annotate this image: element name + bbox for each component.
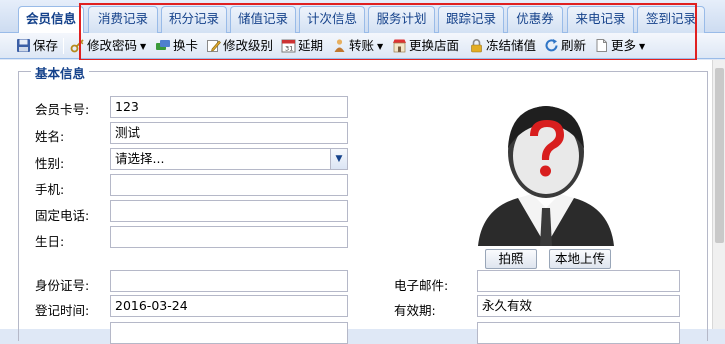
transfer-label: 转账 <box>349 38 375 53</box>
email-input[interactable] <box>477 270 680 292</box>
swap-card-icon <box>156 40 170 50</box>
tab-consumption-records[interactable]: 消费记录 <box>88 6 158 33</box>
birthday-input[interactable] <box>110 226 348 248</box>
key-icon <box>70 39 84 53</box>
tab-points-records[interactable]: 积分记录 <box>161 6 227 33</box>
upload-local-button[interactable]: 本地上传 <box>549 249 611 269</box>
transfer-button[interactable]: 转账 ▼ <box>332 37 383 55</box>
name-input[interactable]: 测试 <box>110 122 348 144</box>
refresh-button[interactable]: 刷新 <box>544 37 586 55</box>
chevron-down-icon: ▼ <box>639 42 646 51</box>
gender-select[interactable]: 请选择... ▼ <box>110 148 348 170</box>
change-password-button[interactable]: 修改密码 ▼ <box>70 37 146 55</box>
gender-select-value: 请选择... <box>115 151 165 166</box>
chevron-down-icon[interactable]: ▼ <box>330 149 347 169</box>
mobile-input[interactable] <box>110 174 348 196</box>
more-icon <box>596 39 607 52</box>
tab-signin-records[interactable]: 签到记录 <box>637 6 705 33</box>
scrollbar-thumb[interactable] <box>715 68 724 243</box>
swap-card-button[interactable]: 换卡 <box>155 37 198 55</box>
name-label: 姓名: <box>35 129 65 144</box>
change-store-label: 更换店面 <box>409 38 460 53</box>
gender-label: 性别: <box>35 156 65 171</box>
svg-text:31: 31 <box>285 45 293 53</box>
valid-until-label: 有效期: <box>394 303 436 318</box>
change-level-button[interactable]: 修改级别 <box>206 37 273 55</box>
next-row-input-left[interactable] <box>110 322 348 344</box>
freeze-balance-label: 冻结储值 <box>486 38 537 53</box>
more-button[interactable]: 更多 ▼ <box>594 37 645 55</box>
tab-member-info[interactable]: 会员信息 <box>18 6 84 34</box>
save-icon <box>17 39 30 52</box>
chevron-down-icon: ▼ <box>140 42 147 51</box>
chevron-down-icon: ▼ <box>377 42 384 51</box>
unknown-avatar-icon <box>478 106 614 246</box>
tab-strip: 会员信息 消费记录 积分记录 储值记录 计次信息 服务计划 跟踪记录 优惠券 来… <box>0 0 725 34</box>
extend-label: 延期 <box>298 38 324 53</box>
phone-label: 固定电话: <box>35 208 90 223</box>
save-label: 保存 <box>33 38 59 53</box>
save-button[interactable]: 保存 <box>16 37 58 55</box>
id-no-label: 身份证号: <box>35 278 90 293</box>
tab-count-info[interactable]: 计次信息 <box>299 6 365 33</box>
next-row-input-right[interactable] <box>477 322 680 344</box>
edit-level-icon <box>207 40 221 52</box>
change-store-button[interactable]: 更换店面 <box>392 37 459 55</box>
transfer-icon <box>334 39 345 52</box>
tab-stored-value-records[interactable]: 储值记录 <box>230 6 296 33</box>
more-label: 更多 <box>611 38 637 53</box>
lock-icon <box>471 39 482 53</box>
mobile-label: 手机: <box>35 182 65 197</box>
card-no-label: 会员卡号: <box>35 102 90 117</box>
vertical-scrollbar[interactable] <box>712 60 725 329</box>
section-title: 基本信息 <box>31 63 90 82</box>
refresh-label: 刷新 <box>561 38 587 53</box>
extend-button[interactable]: 31 延期 <box>281 37 323 55</box>
tab-coupons[interactable]: 优惠券 <box>507 6 563 33</box>
take-photo-button[interactable]: 拍照 <box>485 249 537 269</box>
card-no-input[interactable]: 123 <box>110 96 348 118</box>
valid-until-input[interactable]: 永久有效 <box>477 295 680 317</box>
toolbar: 保存 修改密码 ▼ 换卡 修改级别 31 延期 转账 ▼ 更换店面 冻结储值 刷新 更… <box>0 33 725 59</box>
freeze-balance-button[interactable]: 冻结储值 <box>469 37 536 55</box>
refresh-icon <box>545 39 558 52</box>
change-password-label: 修改密码 <box>87 38 138 53</box>
swap-card-label: 换卡 <box>173 38 199 53</box>
calendar-icon: 31 <box>281 39 296 53</box>
toolbar-separator <box>63 38 64 54</box>
email-label: 电子邮件: <box>394 278 449 293</box>
tab-followup-records[interactable]: 跟踪记录 <box>438 6 504 33</box>
store-icon <box>393 39 406 53</box>
id-no-input[interactable] <box>110 270 348 292</box>
birthday-label: 生日: <box>35 234 65 249</box>
tab-call-records[interactable]: 来电记录 <box>567 6 634 33</box>
phone-input[interactable] <box>110 200 348 222</box>
tab-service-plan[interactable]: 服务计划 <box>368 6 435 33</box>
register-time-input[interactable]: 2016-03-24 <box>110 295 348 317</box>
change-level-label: 修改级别 <box>223 38 274 53</box>
register-time-label: 登记时间: <box>35 303 90 318</box>
